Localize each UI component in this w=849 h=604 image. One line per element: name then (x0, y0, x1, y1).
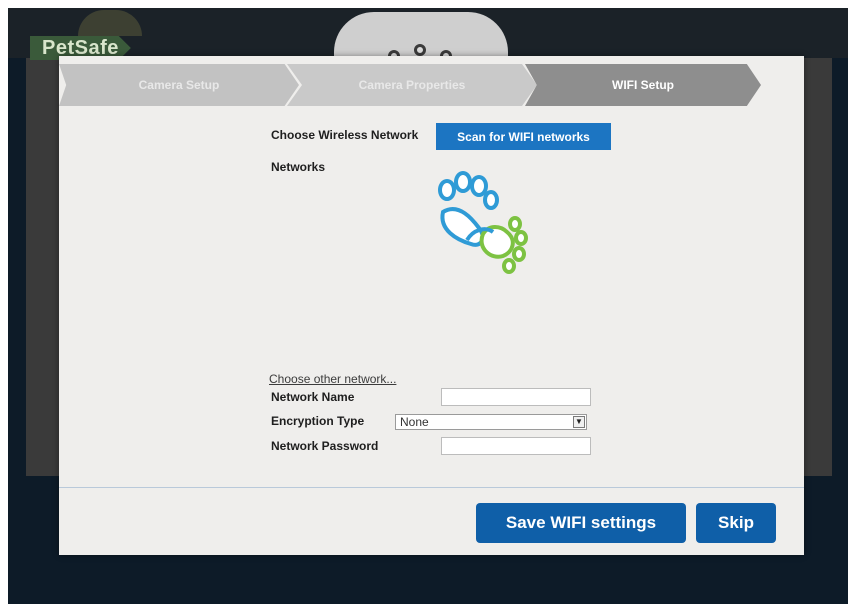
network-name-input[interactable] (441, 388, 591, 406)
wizard-steps: Camera Setup Camera Properties WIFI Setu… (59, 64, 804, 106)
paw-loading-icon (438, 171, 528, 274)
encryption-type-value: None (400, 415, 429, 429)
encryption-type-select[interactable]: None ▼ (395, 414, 587, 430)
network-password-input[interactable] (441, 437, 591, 455)
save-wifi-settings-button[interactable]: Save WIFI settings (476, 503, 686, 543)
skip-button[interactable]: Skip (696, 503, 776, 543)
network-password-label: Network Password (271, 439, 379, 453)
scan-wifi-button[interactable]: Scan for WIFI networks (436, 123, 611, 150)
choose-other-network-link[interactable]: Choose other network... (269, 372, 396, 386)
wizard-step-wifi-setup[interactable]: WIFI Setup (525, 64, 761, 106)
wizard-step-camera-setup[interactable]: Camera Setup (59, 64, 299, 106)
choose-network-label: Choose Wireless Network (271, 128, 419, 142)
networks-label: Networks (271, 160, 326, 174)
camera-lens-icon (414, 44, 426, 56)
footer-divider (59, 487, 804, 488)
dropdown-arrow-icon[interactable]: ▼ (573, 416, 585, 428)
network-name-label: Network Name (271, 390, 355, 404)
wizard-step-camera-properties[interactable]: Camera Properties (287, 64, 537, 106)
encryption-type-label: Encryption Type (271, 414, 365, 428)
wifi-setup-dialog: Camera Setup Camera Properties WIFI Setu… (59, 56, 804, 555)
